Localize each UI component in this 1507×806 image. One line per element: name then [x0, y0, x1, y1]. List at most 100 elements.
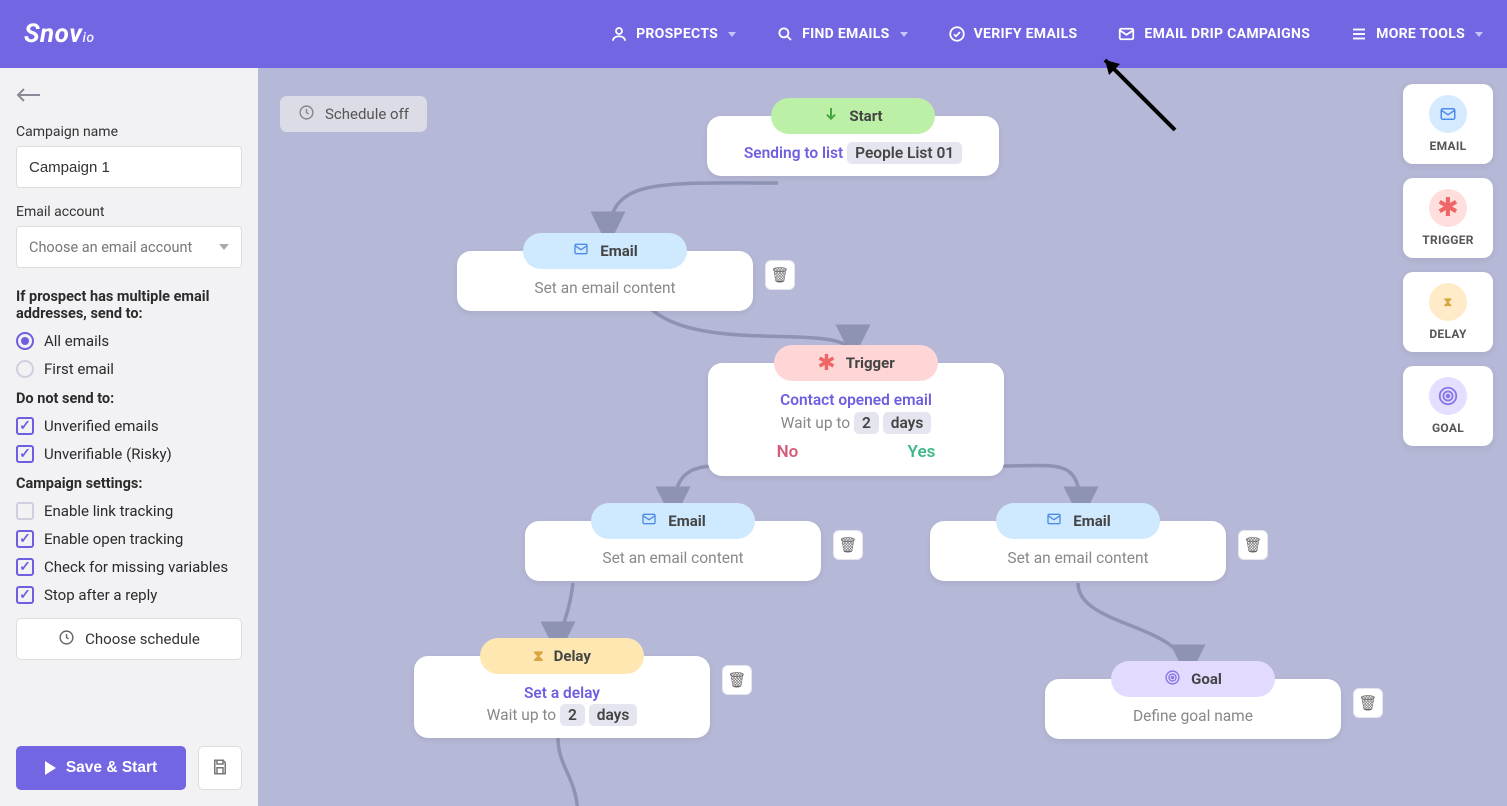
- nav-more-tools-label: MORE TOOLS: [1376, 26, 1465, 42]
- nav-find-emails-label: FIND EMAILS: [802, 26, 890, 42]
- checkbox-icon: [16, 586, 34, 604]
- arrow-down-icon: [823, 106, 839, 126]
- choose-schedule-label: Choose schedule: [85, 630, 200, 648]
- palette-delay[interactable]: ⧗ DELAY: [1403, 272, 1493, 352]
- node-delay[interactable]: ⧗ Delay Set a delay Wait up to 2 days: [414, 656, 710, 738]
- check-circle-icon: [948, 25, 966, 43]
- trash-icon: 🗑: [838, 536, 857, 554]
- person-icon: [610, 25, 628, 43]
- start-sending-label[interactable]: Sending to list: [744, 144, 843, 162]
- delete-node-button[interactable]: 🗑: [1238, 530, 1268, 560]
- node-trigger[interactable]: ✱ Trigger Contact opened email Wait up t…: [708, 363, 1004, 476]
- check-link-tracking[interactable]: Enable link tracking: [16, 502, 242, 520]
- delay-wait-unit: days: [589, 704, 638, 726]
- node-delay-title: Delay: [554, 647, 591, 665]
- node-email-yes-title: Email: [1073, 512, 1110, 530]
- back-button[interactable]: [16, 88, 242, 106]
- chevron-down-icon: [219, 244, 229, 250]
- node-trigger-header: ✱ Trigger: [774, 345, 938, 381]
- delete-node-button[interactable]: 🗑: [765, 260, 795, 290]
- app-header: Snovio PROSPECTS FIND EMAILS VERIFY EMAI…: [0, 0, 1507, 68]
- multiple-addr-title: If prospect has multiple email addresses…: [16, 288, 242, 322]
- target-icon: [1164, 669, 1181, 690]
- brand-logo[interactable]: Snovio: [24, 19, 95, 49]
- node-email-1[interactable]: Email Set an email content: [457, 251, 753, 311]
- chevron-down-icon: [728, 32, 736, 37]
- palette-email-label: EMAIL: [1430, 139, 1467, 153]
- trigger-wait-row: Wait up to 2 days: [722, 414, 990, 432]
- main-nav: PROSPECTS FIND EMAILS VERIFY EMAILS EMAI…: [610, 25, 1483, 43]
- node-start-title: Start: [849, 107, 882, 125]
- mail-icon: [640, 511, 658, 531]
- delay-wait-value: 2: [560, 704, 585, 726]
- delay-wait-row: Wait up to 2 days: [428, 706, 696, 724]
- radio-all-emails[interactable]: All emails: [16, 332, 242, 350]
- node-email-1-header: Email: [523, 233, 687, 269]
- trigger-event[interactable]: Contact opened email: [722, 391, 990, 409]
- trash-icon: 🗑: [770, 266, 789, 284]
- trigger-wait-value: 2: [854, 412, 879, 434]
- node-delay-body: Set a delay Wait up to 2 days: [414, 674, 710, 738]
- sidebar-footer: Save & Start: [16, 746, 242, 790]
- node-trigger-title: Trigger: [846, 354, 895, 372]
- chevron-down-icon: [900, 32, 908, 37]
- delete-node-button[interactable]: 🗑: [1353, 688, 1383, 718]
- asterisk-icon: ✱: [1429, 189, 1467, 227]
- save-start-button[interactable]: Save & Start: [16, 746, 186, 790]
- node-goal-header: Goal: [1111, 661, 1275, 697]
- nav-find-emails[interactable]: FIND EMAILS: [776, 25, 908, 43]
- palette-trigger[interactable]: ✱ TRIGGER: [1403, 178, 1493, 258]
- mail-icon: [1429, 95, 1467, 133]
- save-start-label: Save & Start: [66, 759, 157, 777]
- branch-no[interactable]: No: [777, 442, 799, 462]
- brand-text: Snov: [24, 19, 82, 49]
- nav-verify-emails[interactable]: VERIFY EMAILS: [948, 25, 1078, 43]
- node-goal-body: Define goal name: [1045, 697, 1341, 739]
- nav-more-tools[interactable]: MORE TOOLS: [1350, 25, 1483, 43]
- nav-drip-campaigns[interactable]: EMAIL DRIP CAMPAIGNS: [1117, 25, 1310, 43]
- save-draft-button[interactable]: [198, 746, 242, 790]
- check-stop-label: Stop after a reply: [44, 586, 157, 604]
- node-goal-title: Goal: [1191, 670, 1222, 688]
- campaign-name-input[interactable]: [16, 146, 242, 188]
- settings-title: Campaign settings:: [16, 475, 242, 492]
- check-link-label: Enable link tracking: [44, 502, 173, 520]
- delay-set[interactable]: Set a delay: [428, 684, 696, 702]
- choose-schedule-button[interactable]: Choose schedule: [16, 618, 242, 660]
- email-account-label: Email account: [16, 204, 242, 220]
- trash-icon: 🗑: [727, 671, 746, 689]
- delete-node-button[interactable]: 🗑: [833, 530, 863, 560]
- email-account-select[interactable]: Choose an email account: [16, 226, 242, 268]
- check-risky[interactable]: Unverifiable (Risky): [16, 445, 242, 463]
- flow-canvas[interactable]: Schedule off Start: [258, 68, 1507, 806]
- check-open-tracking[interactable]: Enable open tracking: [16, 530, 242, 548]
- mail-icon: [572, 241, 590, 261]
- check-unverified[interactable]: Unverified emails: [16, 417, 242, 435]
- delete-node-button[interactable]: 🗑: [722, 665, 752, 695]
- checkbox-icon: [16, 530, 34, 548]
- node-email-no-body: Set an email content: [525, 539, 821, 581]
- check-missing-vars[interactable]: Check for missing variables: [16, 558, 242, 576]
- delay-wait-prefix: Wait up to: [487, 706, 556, 724]
- node-email-yes-body: Set an email content: [930, 539, 1226, 581]
- target-icon: [1429, 377, 1467, 415]
- palette-goal[interactable]: GOAL: [1403, 366, 1493, 446]
- radio-first-email[interactable]: First email: [16, 360, 242, 378]
- node-email-no[interactable]: Email Set an email content: [525, 521, 821, 581]
- node-start-header: Start: [771, 98, 935, 134]
- node-goal[interactable]: Goal Define goal name: [1045, 679, 1341, 739]
- palette-email[interactable]: EMAIL: [1403, 84, 1493, 164]
- checkbox-icon: [16, 502, 34, 520]
- node-start[interactable]: Start Sending to list People List 01: [707, 116, 999, 176]
- nav-drip-label: EMAIL DRIP CAMPAIGNS: [1144, 26, 1310, 42]
- schedule-off-badge[interactable]: Schedule off: [280, 96, 427, 132]
- trash-icon: 🗑: [1243, 536, 1262, 554]
- node-email-yes[interactable]: Email Set an email content: [930, 521, 1226, 581]
- check-stop-reply[interactable]: Stop after a reply: [16, 586, 242, 604]
- start-list-name: People List 01: [847, 142, 962, 164]
- nav-prospects-label: PROSPECTS: [636, 26, 718, 42]
- branch-yes[interactable]: Yes: [908, 442, 936, 462]
- nav-prospects[interactable]: PROSPECTS: [610, 25, 736, 43]
- floppy-icon: [211, 758, 229, 779]
- trash-icon: 🗑: [1358, 694, 1377, 712]
